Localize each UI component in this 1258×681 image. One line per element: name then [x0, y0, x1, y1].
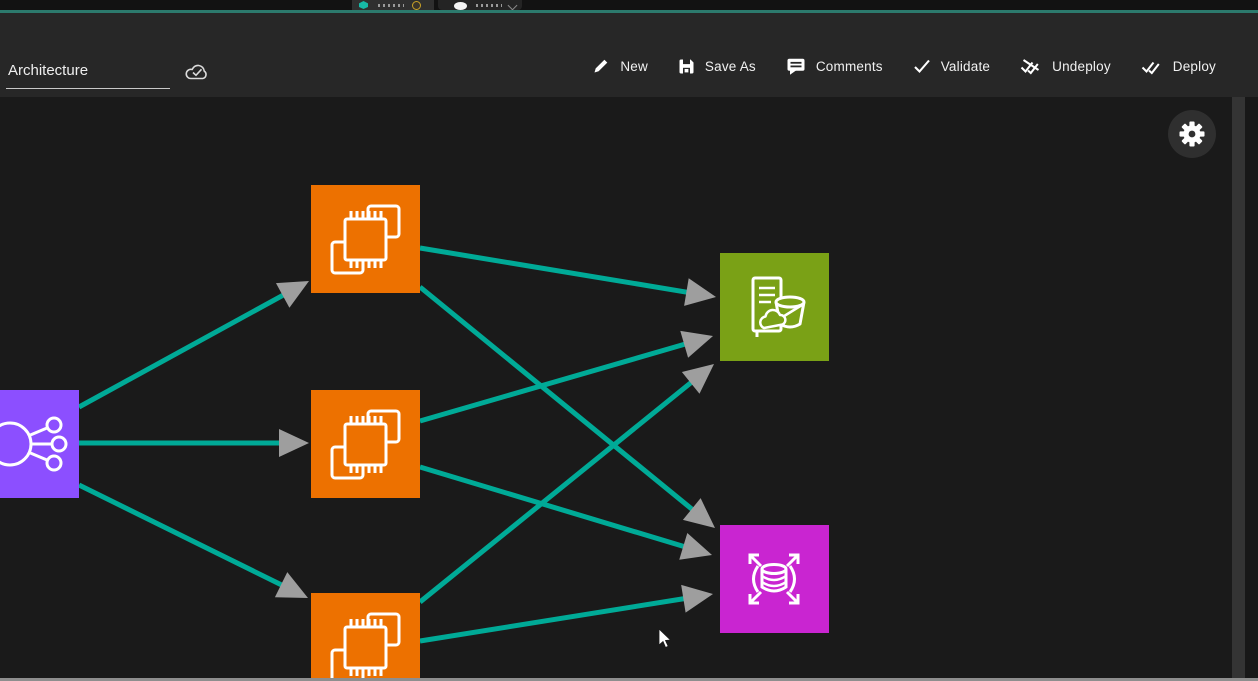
validate-button-label: Validate — [941, 59, 990, 74]
comments-button-label: Comments — [816, 59, 883, 74]
save-as-button[interactable]: Save As — [678, 58, 756, 75]
validate-button[interactable]: Validate — [913, 57, 990, 75]
edge-lb-to-compute-1[interactable] — [79, 281, 309, 407]
tab-1-title-dots — [378, 4, 404, 7]
browser-tab-1[interactable] — [352, 0, 434, 10]
arrowhead-icon — [681, 585, 713, 613]
edge-lb-to-compute-2[interactable] — [79, 429, 309, 457]
undeploy-button-label: Undeploy — [1052, 59, 1111, 74]
double-check-icon — [1141, 57, 1163, 75]
arrowhead-icon — [279, 429, 309, 457]
edge-lb-to-compute-3[interactable] — [79, 485, 308, 598]
edge-compute-1-to-storage[interactable] — [420, 248, 716, 306]
deploy-button-label: Deploy — [1173, 59, 1216, 74]
tab-1-badge-icon — [412, 1, 421, 10]
browser-tab-strip — [0, 0, 1258, 10]
chevron-down-icon — [508, 1, 518, 10]
comments-button[interactable]: Comments — [786, 57, 883, 75]
arrowhead-icon — [679, 533, 712, 560]
settings-button[interactable] — [1168, 110, 1216, 158]
cloud-check-icon — [184, 61, 211, 83]
deploy-button[interactable]: Deploy — [1141, 57, 1216, 75]
arrowhead-icon — [684, 278, 716, 306]
browser-tab-2[interactable] — [438, 0, 522, 10]
vertical-scrollbar[interactable] — [1232, 97, 1245, 678]
save-as-button-label: Save As — [705, 59, 756, 74]
check-icon — [913, 57, 931, 75]
node-database[interactable] — [720, 525, 829, 633]
app-logo-teal-icon — [359, 1, 368, 9]
undeploy-button[interactable]: Undeploy — [1020, 57, 1111, 75]
pencil-icon — [592, 57, 610, 75]
node-compute-3[interactable] — [311, 593, 420, 678]
gear-icon — [1179, 121, 1205, 147]
arrowhead-icon — [680, 331, 713, 358]
title-area — [6, 61, 211, 89]
floppy-icon — [678, 58, 695, 75]
oval-favicon-icon — [454, 2, 467, 10]
node-compute-1[interactable] — [311, 185, 420, 293]
edge-compute-3-to-storage[interactable] — [420, 364, 714, 602]
new-button-label: New — [620, 59, 648, 74]
diagram-title-input[interactable] — [6, 62, 170, 89]
diagram-svg — [0, 97, 1232, 678]
node-load-balancer[interactable] — [0, 390, 79, 498]
toolbar: New Save As Comments — [592, 57, 1216, 75]
nodes-layer — [0, 185, 829, 678]
new-button[interactable]: New — [592, 57, 648, 75]
app-window: New Save As Comments — [0, 0, 1258, 681]
diagram-canvas[interactable] — [0, 97, 1232, 678]
header-toolbar: New Save As Comments — [0, 13, 1258, 97]
tab-2-title-dots — [476, 4, 502, 7]
mouse-pointer-icon — [658, 628, 674, 650]
node-storage[interactable] — [720, 253, 829, 361]
double-check-slash-icon — [1020, 57, 1042, 75]
node-compute-2[interactable] — [311, 390, 420, 498]
speech-bubble-icon — [786, 57, 806, 75]
